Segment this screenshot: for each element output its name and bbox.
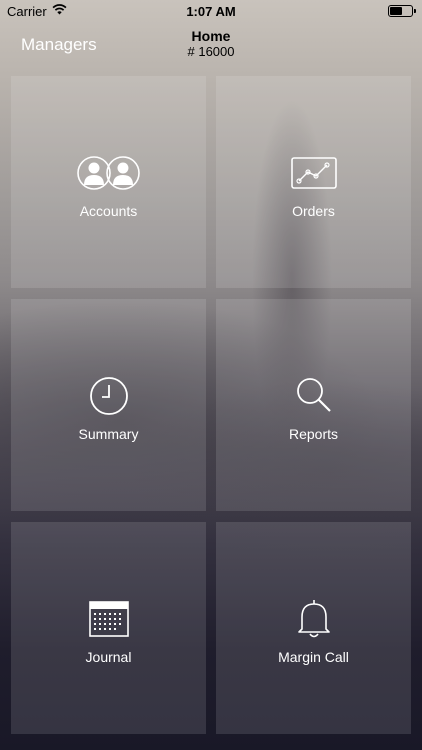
status-time: 1:07 AM [186, 4, 236, 19]
manager-number: # 16000 [187, 44, 235, 59]
tile-label: Orders [292, 203, 335, 219]
accounts-icon [11, 154, 206, 192]
tile-label: Margin Call [278, 649, 349, 665]
status-bar: Carrier 1:07 AM [0, 0, 422, 22]
orders-chart-icon [216, 154, 411, 192]
tile-journal[interactable]: Journal [11, 522, 206, 734]
navigation-bar: Managers Home # 16000 [0, 22, 422, 66]
tile-label: Journal [85, 649, 132, 665]
page-title: Home [191, 28, 231, 44]
tile-summary[interactable]: Summary [11, 299, 206, 511]
tile-accounts[interactable]: Accounts [11, 76, 206, 288]
calendar-icon [11, 600, 206, 638]
tile-label: Reports [288, 426, 339, 442]
tile-label: Summary [78, 426, 139, 442]
battery-icon [388, 5, 416, 17]
tile-orders[interactable]: Orders [216, 76, 411, 288]
clock-icon [11, 377, 206, 415]
search-icon [216, 377, 411, 415]
bell-icon [216, 600, 411, 638]
tile-reports[interactable]: Reports [216, 299, 411, 511]
tile-label: Accounts [79, 203, 138, 219]
tile-margin-call[interactable]: Margin Call [216, 522, 411, 734]
